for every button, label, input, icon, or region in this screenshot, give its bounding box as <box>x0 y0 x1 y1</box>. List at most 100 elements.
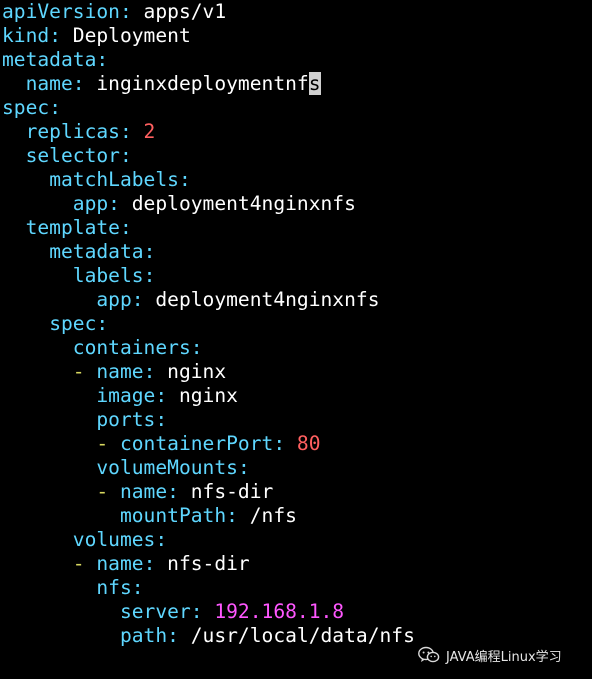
yaml-value: deployment4nginxnfs <box>143 288 380 311</box>
code-line[interactable]: name: inginxdeploymentnfs <box>2 72 592 96</box>
yaml-value: /nfs <box>237 504 297 527</box>
yaml-key: matchLabels <box>49 168 179 191</box>
yaml-key: labels <box>72 264 144 287</box>
yaml-value: nginx <box>167 384 238 407</box>
yaml-editor[interactable]: apiVersion: apps/v1 kind: Deployment metad… <box>2 0 592 647</box>
text-cursor: s <box>308 72 321 95</box>
yaml-key: spec <box>2 96 50 119</box>
yaml-value: nfs-dir <box>155 552 250 575</box>
code-line[interactable]: volumeMounts: <box>2 456 592 480</box>
code-line[interactable]: matchLabels: <box>2 168 592 192</box>
code-line[interactable]: mountPath: /nfs <box>2 504 592 528</box>
yaml-colon: : <box>49 24 61 47</box>
yaml-value: nfs-dir <box>178 480 274 503</box>
code-line[interactable]: - name: nginx <box>2 360 592 384</box>
watermark-text: JAVA编程Linux学习 <box>446 649 562 665</box>
list-dash: - <box>96 432 120 455</box>
yaml-value: apps/v1 <box>131 0 227 23</box>
yaml-key: ports <box>96 408 156 431</box>
yaml-colon: : <box>119 216 132 239</box>
yaml-colon: : <box>167 480 179 503</box>
yaml-key: name <box>119 480 168 503</box>
yaml-colon: : <box>119 0 132 23</box>
code-line[interactable]: ports: <box>2 408 592 432</box>
yaml-colon: : <box>143 360 156 383</box>
list-dash: - <box>72 360 97 383</box>
yaml-key: metadata <box>2 48 97 71</box>
yaml-colon: : <box>190 600 203 623</box>
yaml-colon: : <box>72 72 85 95</box>
yaml-colon: : <box>143 264 156 287</box>
yaml-key: nfs <box>96 576 132 599</box>
yaml-key: kind <box>2 24 50 47</box>
yaml-colon: : <box>237 456 250 479</box>
yaml-key: spec <box>49 312 97 335</box>
yaml-colon: : <box>155 384 168 407</box>
yaml-colon: : <box>226 504 238 527</box>
code-line[interactable]: spec: <box>2 312 592 336</box>
yaml-colon: : <box>49 96 61 119</box>
yaml-key: server <box>119 600 191 623</box>
yaml-colon: : <box>155 408 168 431</box>
yaml-key: name <box>25 72 73 95</box>
yaml-value: 2 <box>131 120 156 143</box>
code-line[interactable]: labels: <box>2 264 592 288</box>
code-line[interactable]: metadata: <box>2 240 592 264</box>
yaml-key: containers <box>72 336 191 359</box>
code-line[interactable]: - containerPort: 80 <box>2 432 592 456</box>
code-line[interactable]: nfs: <box>2 576 592 600</box>
code-line[interactable]: replicas: 2 <box>2 120 592 144</box>
code-line[interactable]: volumes: <box>2 528 592 552</box>
yaml-colon: : <box>131 576 144 599</box>
yaml-key: app <box>72 192 109 215</box>
code-line[interactable]: server: 192.168.1.8 <box>2 600 592 624</box>
yaml-key: metadata <box>49 240 144 263</box>
yaml-key: replicas <box>25 120 120 143</box>
yaml-value: inginxdeploymentnf <box>84 72 309 95</box>
yaml-value: Deployment <box>60 24 191 47</box>
yaml-value: nginx <box>155 360 227 383</box>
code-line[interactable]: template: <box>2 216 592 240</box>
wechat-icon <box>418 646 440 664</box>
yaml-key: app <box>96 288 132 311</box>
code-line[interactable]: - name: nfs-dir <box>2 552 592 576</box>
yaml-colon: : <box>96 48 109 71</box>
code-line[interactable]: containers: <box>2 336 592 360</box>
yaml-value: /usr/local/data/nfs <box>178 624 415 647</box>
code-line[interactable]: image: nginx <box>2 384 592 408</box>
code-line[interactable]: app: deployment4nginxnfs <box>2 192 592 216</box>
yaml-colon: : <box>143 552 156 575</box>
yaml-key: volumes <box>72 528 156 551</box>
code-line[interactable]: apiVersion: apps/v1 <box>2 0 592 24</box>
list-dash: - <box>96 480 120 503</box>
code-line[interactable]: kind: Deployment <box>2 24 592 48</box>
yaml-colon: : <box>108 192 120 215</box>
code-line[interactable]: selector: <box>2 144 592 168</box>
code-line[interactable]: spec: <box>2 96 592 120</box>
yaml-colon: : <box>119 144 132 167</box>
list-dash: - <box>72 552 97 575</box>
yaml-value: 192.168.1.8 <box>202 600 345 623</box>
yaml-key: apiVersion <box>2 0 120 23</box>
yaml-colon: : <box>273 432 286 455</box>
code-line[interactable]: app: deployment4nginxnfs <box>2 288 592 312</box>
yaml-key: name <box>96 360 144 383</box>
code-line[interactable]: - name: nfs-dir <box>2 480 592 504</box>
code-line[interactable]: metadata: <box>2 48 592 72</box>
yaml-colon: : <box>143 240 156 263</box>
